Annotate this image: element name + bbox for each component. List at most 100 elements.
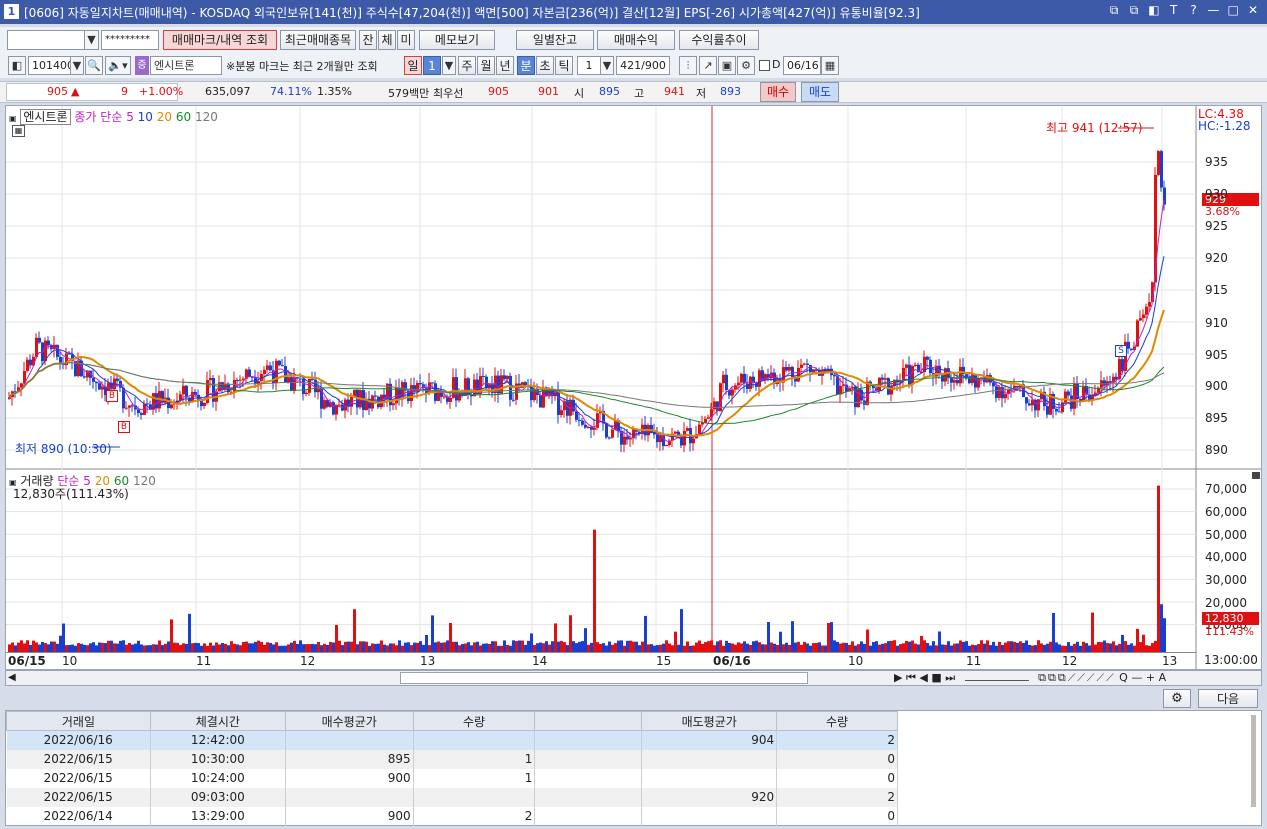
cell-buy-qty: 2 [413,806,536,826]
volume-bar [536,643,539,652]
copy-window-icon[interactable]: ⧉ [1126,3,1142,18]
grid-table-icon[interactable]: ▦ [12,125,25,137]
link-window-icon[interactable]: ⧉ [1106,3,1122,18]
period-dropdown-icon[interactable]: ▼ [442,56,456,75]
gear-icon[interactable]: ⚙ [737,56,755,75]
account-dropdown-icon[interactable]: ▼ [84,30,99,50]
table-row[interactable]: 2022/06/15 10:30:00 895 1 0 [6,749,898,769]
period-month-button[interactable]: 월 [477,56,495,75]
password-field[interactable]: ********* [101,30,159,50]
return-trend-button[interactable]: 수익률추이 [679,30,759,50]
first-icon[interactable]: ⏮ [906,671,916,684]
unfilled-button[interactable]: 미 [397,30,415,50]
trade-profit-button[interactable]: 매매수익 [597,30,675,50]
table-row[interactable]: 2022/06/14 13:29:00 900 2 0 [6,806,898,826]
chart-canvas[interactable] [6,106,1261,669]
prev-icon[interactable]: ◀ [919,671,927,684]
zoom-in-icon[interactable]: + [1146,671,1155,684]
col-header-buy-qty[interactable]: 수량 [412,711,536,731]
col-header-buy-avg[interactable]: 매수평균가 [284,711,414,731]
trade-mark-query-button[interactable]: 매매마크/내역 조회 [163,30,277,50]
font-icon[interactable]: T [1166,3,1182,17]
cell-blank [534,768,643,788]
scroll-left-icon[interactable]: ◀ [8,672,16,683]
volume-bar [338,640,341,652]
search-icon[interactable]: 🔍 [85,56,103,75]
date-checkbox[interactable] [759,60,770,71]
volume-bar [1109,643,1112,652]
play-icon[interactable]: ▶ [894,671,902,684]
stock-name-field[interactable]: 엔시트론 [150,56,222,75]
volume-bar [371,643,374,652]
candle-body [611,429,614,438]
zoom-slider[interactable] [964,680,1029,681]
table-row[interactable]: 2022/06/15 09:03:00 920 2 [6,787,898,807]
zoom-out-icon[interactable]: — [1131,671,1142,684]
period-value[interactable]: 1 [423,56,441,75]
candle-body [1028,403,1031,406]
col-header-time[interactable]: 체결시간 [149,711,286,731]
calendar-icon[interactable]: ▦ [821,56,839,75]
buy-button[interactable]: 매수 [760,82,796,102]
save-icon[interactable]: ▣ [718,56,736,75]
last-icon[interactable]: ⏭ [945,671,955,684]
help-icon[interactable]: ? [1186,3,1202,17]
buy-mark[interactable]: B [106,390,118,402]
buy-mark[interactable]: B [118,421,130,433]
next-button[interactable]: 다음 [1198,689,1258,708]
period-day-button[interactable]: 일 [404,56,422,75]
layout-icon[interactable]: ◧ [1146,3,1162,17]
daily-balance-button[interactable]: 일별잔고 [516,30,594,50]
close-icon[interactable]: ✕ [1245,3,1261,17]
scroll-thumb[interactable] [400,672,808,684]
period-minute-button[interactable]: 분 [517,56,535,75]
tool-icons[interactable]: ⧉⧉⧉⟋⟋⟋⟋⟋ [1038,671,1116,684]
period-week-button[interactable]: 주 [458,56,476,75]
count-input[interactable]: 421/900 [616,56,670,75]
candle-body [806,363,809,365]
recent-stocks-button[interactable]: 최근매매종목 [280,30,356,50]
minimize-icon[interactable]: — [1205,3,1221,17]
account-input[interactable] [7,30,85,50]
maximize-icon[interactable]: □ [1225,3,1241,17]
stock-code-input[interactable]: 101400 [28,56,74,75]
indicator-icon[interactable]: ⫶ [679,56,697,75]
table-row[interactable]: 2022/06/16 12:42:00 904 2 [6,730,898,750]
volume-bar [1052,612,1055,652]
chart-area[interactable]: ▣ 엔시트론 종가 단순 5 10 20 60 120 ▦ LC:4.38 HC… [5,105,1262,670]
stock-tag[interactable]: 엔시트론 [20,109,71,125]
col-header-date[interactable]: 거래일 [6,711,151,731]
volume-bar [107,640,110,652]
volume-bar [356,644,359,652]
col-header-sell-avg[interactable]: 매도평균가 [641,711,778,731]
table-row[interactable]: 2022/06/15 10:24:00 900 1 0 [6,768,898,788]
panel-close-icon[interactable] [1252,472,1260,479]
x-tick: 13 [420,654,436,668]
date-input[interactable]: 06/16 [783,56,821,75]
volume-bar [365,641,368,652]
stop-icon[interactable]: ■ [931,671,941,684]
settings-button[interactable]: ⚙ [1163,689,1191,708]
period-second-button[interactable]: 초 [536,56,554,75]
candle-body [1145,306,1148,315]
period-tick-button[interactable]: 틱 [555,56,573,75]
balance-button[interactable]: 잔 [359,30,377,50]
chart-scrollbar[interactable]: ◀ ▶ ⏮ ◀ ■ ⏭ ⧉⧉⧉⟋⟋⟋⟋⟋ Q — + A [5,670,1262,686]
table-scrollbar[interactable] [1251,715,1256,807]
memo-button[interactable]: 메모보기 [419,30,495,50]
zoom-icon[interactable]: Q [1119,671,1128,684]
unit-input[interactable]: 1 [577,56,601,75]
code-dropdown-icon[interactable]: ▼ [70,56,84,75]
panel-toggle-icon[interactable]: ◧ [8,56,26,75]
sell-mark[interactable]: S [1115,345,1127,357]
draw-tool-icon[interactable]: ↗ [699,56,717,75]
period-year-button[interactable]: 년 [496,56,514,75]
col-header-blank[interactable] [534,711,643,731]
volume-current-tag: 12,830 [1202,612,1259,625]
auto-icon[interactable]: A [1159,671,1167,684]
sell-button[interactable]: 매도 [801,82,839,102]
executed-button[interactable]: 체 [378,30,396,50]
speaker-icon[interactable]: 🔈▾ [105,56,131,75]
col-header-sell-qty[interactable]: 수량 [776,711,898,731]
unit-dropdown-icon[interactable]: ▼ [600,56,614,75]
